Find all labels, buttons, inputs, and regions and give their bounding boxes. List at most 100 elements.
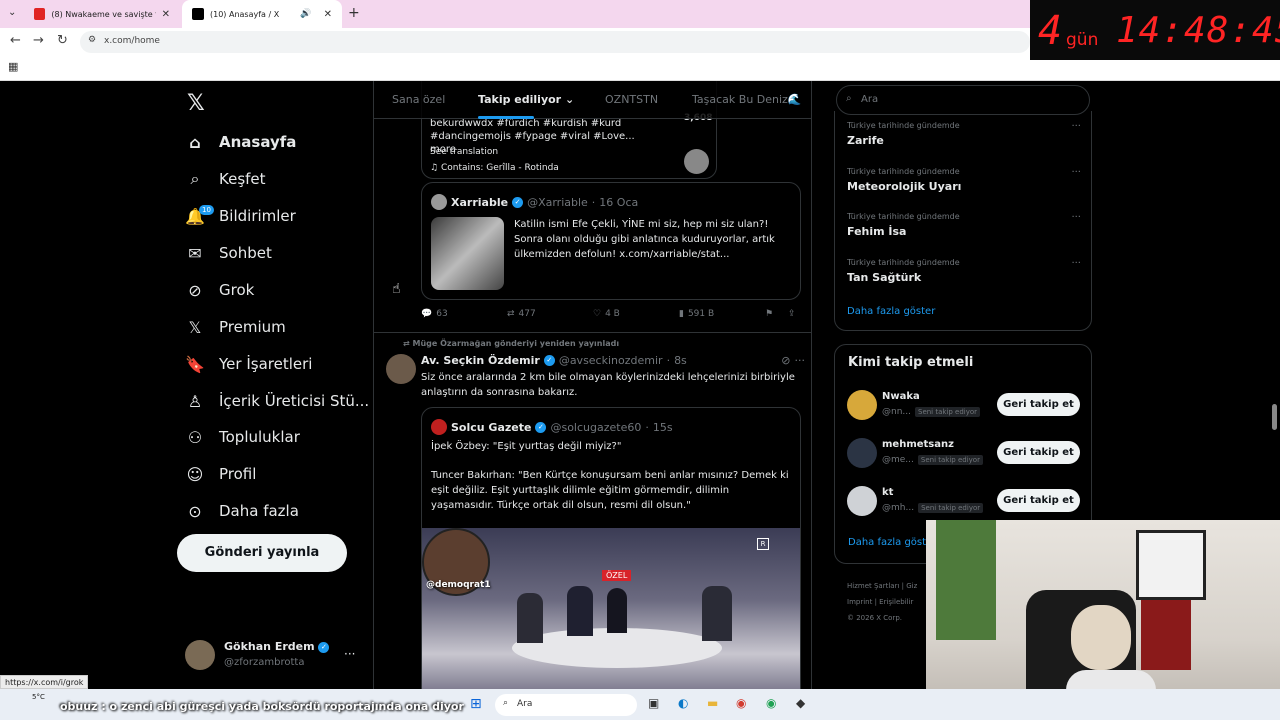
see-translation-link[interactable]: See translation bbox=[430, 147, 498, 157]
more-options-icon[interactable]: ··· bbox=[1071, 212, 1081, 223]
accessibility-link[interactable]: Erişilebilir bbox=[879, 598, 913, 606]
panel-title: Kimi takip etmeli bbox=[848, 355, 974, 370]
post-author[interactable]: Av. Seçkin Özdemir bbox=[421, 354, 540, 367]
follows-you-tag: Seni takip ediyor bbox=[917, 455, 983, 465]
browser-tab-1[interactable]: (8) Nwakaeme ve savişte flaş gü ✕ bbox=[24, 0, 180, 28]
post-button[interactable]: Gönderi yayınla bbox=[177, 534, 347, 572]
card-music: ♫ Contains: Gerîlla - Rotinda bbox=[430, 163, 559, 173]
repost-note[interactable]: ⇄ Müge Özarmağan gönderiyi yeniden yayın… bbox=[403, 339, 619, 348]
nav-label: Anasayfa bbox=[219, 133, 297, 151]
weather-temp[interactable]: 5°C bbox=[32, 693, 45, 701]
trend-item[interactable]: Türkiye tarihinde gündemde Tan Sağtürk ··· bbox=[847, 258, 1081, 284]
wall-frame bbox=[1136, 530, 1206, 600]
user-handle: @me... bbox=[882, 455, 914, 465]
site-info-icon[interactable]: ⚙ bbox=[88, 35, 96, 45]
nav-more[interactable]: ⊙ Daha fazla bbox=[185, 496, 299, 526]
follow-suggestion[interactable]: kt @mh... Seni takip ediyor Geri takip et bbox=[835, 483, 1093, 519]
terms-link[interactable]: Hizmet Şartları bbox=[847, 582, 899, 590]
nav-label: Daha fazla bbox=[219, 502, 299, 520]
folder-icon[interactable]: ▬ bbox=[707, 696, 718, 710]
quote-author: Solcu Gazete bbox=[451, 420, 532, 434]
studio-icon: ♙ bbox=[187, 391, 203, 411]
nav-profile[interactable]: ☺ Profil bbox=[185, 459, 257, 489]
quote-header: Solcu Gazete ✓ @solcugazete60 · 15s bbox=[431, 419, 673, 435]
account-switcher[interactable]: Gökhan Erdem ✓ @zforzambrotta ··· bbox=[185, 637, 370, 673]
quote-date: 16 Oca bbox=[599, 195, 639, 209]
grok-icon[interactable]: ⊘ bbox=[781, 354, 790, 367]
countdown-overlay: 4 gün 14:48:45 bbox=[1030, 0, 1280, 60]
panelist-figure bbox=[607, 588, 627, 633]
reload-icon[interactable]: ↻ bbox=[57, 33, 68, 48]
task-view-icon[interactable]: ▣ bbox=[648, 696, 659, 710]
apps-grid-icon[interactable]: ▦ bbox=[8, 60, 18, 73]
tab-list-1[interactable]: OZNTSTN bbox=[605, 93, 658, 106]
close-icon[interactable]: ✕ bbox=[162, 9, 170, 20]
browser-tab-2[interactable]: (10) Anasayfa / X 🔊 ✕ bbox=[182, 0, 342, 28]
nav-creator-studio[interactable]: ♙ İçerik Üreticisi Stü... bbox=[185, 386, 369, 416]
bookmark-button[interactable]: ⚑ bbox=[765, 309, 773, 319]
forward-icon[interactable]: → bbox=[33, 33, 44, 48]
trend-item[interactable]: Türkiye tarihinde gündemde Fehim İsa ··· bbox=[847, 212, 1081, 238]
tab-for-you[interactable]: Sana özel bbox=[392, 93, 445, 106]
nav-grok[interactable]: ⊘ Grok bbox=[185, 275, 254, 305]
show-more-link[interactable]: Daha fazla göster bbox=[847, 306, 935, 317]
video-thumbnail[interactable]: @demoqrat1 ÖZEL R bbox=[422, 528, 800, 691]
music-note-icon: ♫ bbox=[430, 163, 439, 173]
like-button[interactable]: ♡ 4 B bbox=[593, 309, 620, 319]
back-icon[interactable]: ← bbox=[10, 33, 21, 48]
post-handle[interactable]: @avseckinozdemir bbox=[559, 354, 663, 367]
nav-explore[interactable]: ⌕ Keşfet bbox=[185, 164, 266, 194]
more-options-icon[interactable]: ··· bbox=[795, 354, 806, 367]
post-time[interactable]: 8s bbox=[674, 354, 687, 367]
nav-bookmarks[interactable]: 🔖 Yer İşaretleri bbox=[185, 349, 312, 379]
rating-icon: R bbox=[757, 538, 769, 550]
close-icon[interactable]: ✕ bbox=[324, 9, 332, 20]
repost-button[interactable]: ⇄ 477 bbox=[507, 309, 536, 319]
avatar[interactable] bbox=[386, 354, 416, 384]
tab-search-icon[interactable]: ⌄ bbox=[8, 7, 16, 18]
nav-label: Sohbet bbox=[219, 244, 272, 262]
show-more-link[interactable]: Daha fazla göst bbox=[848, 537, 926, 548]
quote-thumbnail[interactable] bbox=[431, 217, 504, 290]
app-icon[interactable]: ◆ bbox=[796, 696, 805, 710]
share-button[interactable]: ⇪ bbox=[788, 309, 796, 319]
follow-back-button[interactable]: Geri takip et bbox=[997, 441, 1080, 464]
verified-icon: ✓ bbox=[535, 421, 547, 433]
x-logo-icon[interactable]: 𝕏 bbox=[187, 91, 205, 116]
views-button[interactable]: ▮ 591 B bbox=[679, 309, 714, 319]
active-tab-indicator bbox=[478, 116, 534, 119]
more-options-icon[interactable]: ··· bbox=[1071, 258, 1081, 269]
nav-communities[interactable]: ⚇ Topluluklar bbox=[185, 422, 300, 452]
scrollbar-thumb[interactable] bbox=[1272, 404, 1277, 430]
timer-days-label: gün bbox=[1066, 30, 1099, 50]
taskbar-search[interactable]: ⌕ Ara bbox=[495, 694, 637, 716]
chrome-icon[interactable]: ◉ bbox=[736, 696, 746, 710]
follow-suggestion[interactable]: mehmetsanz @me... Seni takip ediyor Geri … bbox=[835, 435, 1093, 471]
quoted-post[interactable]: Solcu Gazete ✓ @solcugazete60 · 15s İpek… bbox=[421, 407, 801, 691]
more-options-icon[interactable]: ··· bbox=[344, 647, 355, 661]
url-input[interactable]: ⚙ x.com/home bbox=[80, 31, 1030, 53]
nav-notifications[interactable]: 🔔 10 Bildirimler bbox=[185, 201, 296, 231]
follow-back-button[interactable]: Geri takip et bbox=[997, 393, 1080, 416]
tab-following[interactable]: Takip ediliyor ⌄ bbox=[478, 93, 574, 106]
reply-button[interactable]: 💬 63 bbox=[421, 309, 448, 319]
edge-icon[interactable]: ◐ bbox=[678, 696, 688, 710]
nav-messages[interactable]: ✉ Sohbet bbox=[185, 238, 272, 268]
nav-premium[interactable]: 𝕏 Premium bbox=[185, 312, 286, 342]
trend-item[interactable]: Türkiye tarihinde gündemde Meteorolojik U… bbox=[847, 167, 1081, 193]
trend-item[interactable]: Türkiye tarihinde gündemde Zarife ··· bbox=[847, 121, 1081, 147]
account-name: Gökhan Erdem ✓ bbox=[224, 640, 330, 653]
imprint-link[interactable]: Imprint bbox=[847, 598, 872, 606]
new-tab-icon[interactable]: + bbox=[348, 5, 360, 21]
chrome-icon[interactable]: ◉ bbox=[766, 696, 776, 710]
more-options-icon[interactable]: ··· bbox=[1071, 121, 1081, 132]
quoted-post[interactable]: Xarriable ✓ @Xarriable · 16 Oca Katilin … bbox=[421, 182, 801, 300]
nav-home[interactable]: ⌂ Anasayfa bbox=[185, 127, 296, 157]
start-icon[interactable]: ⊞ bbox=[470, 696, 482, 712]
more-options-icon[interactable]: ··· bbox=[1071, 167, 1081, 178]
follow-suggestion[interactable]: Nwaka @nn... Seni takip ediyor Geri takip… bbox=[835, 387, 1093, 423]
speaker-icon[interactable]: 🔊 bbox=[300, 9, 311, 19]
tab-list-2[interactable]: Taşacak Bu Deniz🌊 bbox=[692, 93, 802, 106]
follow-back-button[interactable]: Geri takip et bbox=[997, 489, 1080, 512]
privacy-link[interactable]: Giz bbox=[906, 582, 917, 590]
